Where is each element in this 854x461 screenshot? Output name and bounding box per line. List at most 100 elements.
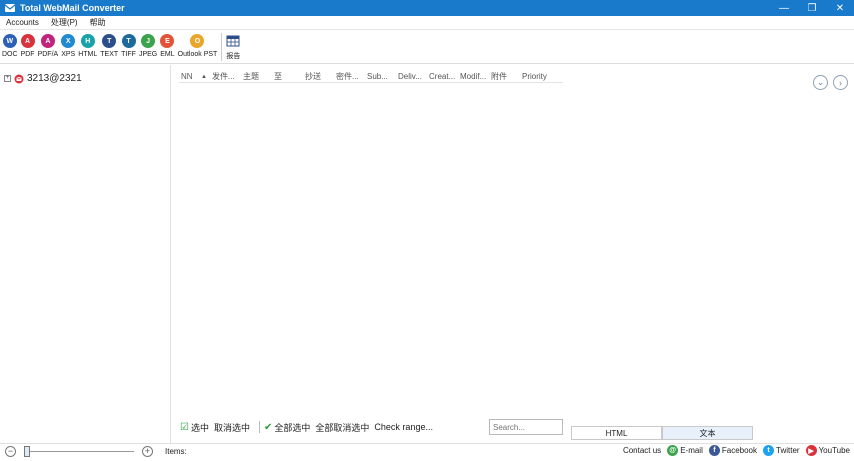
- menu-help[interactable]: 帮助: [84, 17, 112, 28]
- column-header-from[interactable]: 发件...: [210, 71, 241, 82]
- toolbar-separator: [221, 33, 223, 61]
- chevron-right-icon[interactable]: ›: [833, 75, 848, 90]
- message-list-pane: NN ▲ 发件... 主题 至 抄送 密件... Sub... Deliv...…: [172, 65, 854, 443]
- text-icon: T: [102, 34, 117, 48]
- checkbox-checked-icon: ☑: [180, 421, 189, 433]
- facebook-label: Facebook: [721, 446, 757, 455]
- expand-icon[interactable]: +: [4, 75, 11, 82]
- column-header-cc[interactable]: 抄送: [303, 71, 334, 82]
- items-count-label: Items:: [165, 447, 187, 456]
- selection-bar: ☑ 选中 取消选中 ✔ 全部选中 全部取消选中 Check range...: [180, 418, 438, 436]
- tool-label: DOC: [2, 51, 18, 58]
- column-header-created[interactable]: Creat...: [427, 72, 458, 81]
- deselect-button[interactable]: 取消选中: [214, 421, 250, 434]
- column-header-priority[interactable]: Priority: [520, 72, 560, 81]
- select-button[interactable]: ☑ 选中: [180, 421, 209, 434]
- deselect-all-button[interactable]: 全部取消选中: [315, 421, 369, 434]
- sort-arrow-icon[interactable]: ▲: [199, 74, 210, 80]
- contact-us-link[interactable]: Contact us: [623, 446, 661, 455]
- folder-tree-pane: + 3213@2321: [0, 65, 171, 443]
- column-header-subject[interactable]: 主题: [241, 71, 272, 82]
- pdf-icon: A: [20, 34, 35, 48]
- eml-icon: E: [160, 34, 175, 48]
- column-header-submitted[interactable]: Sub...: [365, 72, 396, 81]
- column-headers: NN ▲ 发件... 主题 至 抄送 密件... Sub... Deliv...…: [179, 71, 563, 83]
- export-pdf-button[interactable]: A PDF: [20, 31, 35, 58]
- title-bar: Total WebMail Converter — ❐ ✕: [0, 0, 854, 16]
- column-header-attachments[interactable]: 附件: [489, 71, 520, 82]
- outlook-pst-icon: O: [190, 34, 205, 48]
- report-table-icon: [226, 35, 240, 47]
- tool-label: Outlook PST: [177, 51, 218, 58]
- jpeg-icon: J: [141, 34, 156, 48]
- column-header-bcc[interactable]: 密件...: [334, 71, 365, 82]
- export-doc-button[interactable]: W DOC: [2, 31, 18, 58]
- column-header-to[interactable]: 至: [272, 71, 303, 82]
- tab-html[interactable]: HTML: [571, 426, 662, 440]
- tool-label: PDF: [20, 51, 35, 58]
- search-input[interactable]: [489, 419, 563, 435]
- youtube-link[interactable]: ▶ YouTube: [805, 445, 850, 456]
- menu-bar: Accounts 处理(P) 帮助: [0, 16, 854, 30]
- check-all-icon: ✔: [264, 421, 273, 433]
- window-title: Total WebMail Converter: [20, 3, 125, 13]
- doc-icon: W: [2, 34, 17, 48]
- check-range-button[interactable]: Check range...: [374, 422, 433, 432]
- report-label: 报告: [226, 53, 241, 60]
- tab-text[interactable]: 文本: [662, 426, 753, 440]
- export-tiff-button[interactable]: T TIFF: [121, 31, 136, 58]
- social-links: Contact us @ E-mail f Facebook t Twitter…: [617, 445, 850, 456]
- report-button[interactable]: 报告: [226, 31, 240, 61]
- export-text-button[interactable]: T TEXT: [100, 31, 118, 58]
- email-link[interactable]: @ E-mail: [667, 445, 703, 456]
- zoom-slider-thumb[interactable]: [24, 446, 30, 457]
- tool-label: JPEG: [138, 51, 158, 58]
- zoom-slider[interactable]: [25, 451, 134, 452]
- twitter-label: Twitter: [776, 446, 800, 455]
- email-icon: @: [667, 445, 679, 456]
- pdfa-icon: A: [40, 34, 55, 48]
- menu-process[interactable]: 处理(P): [45, 17, 84, 28]
- export-pdf-a-button[interactable]: A PDF/A: [37, 31, 59, 58]
- html-icon: H: [80, 34, 95, 48]
- facebook-icon: f: [708, 445, 720, 456]
- minimize-button[interactable]: —: [770, 0, 798, 16]
- tree-account-node[interactable]: + 3213@2321: [4, 73, 82, 84]
- chevron-down-icon[interactable]: ⌄: [813, 75, 828, 90]
- select-all-button[interactable]: ✔ 全部选中: [264, 421, 310, 434]
- tool-label: HTML: [78, 51, 98, 58]
- tiff-icon: T: [121, 34, 136, 48]
- tool-label: PDF/A: [37, 51, 59, 58]
- column-header-delivered[interactable]: Deliv...: [396, 72, 427, 81]
- column-header-modified[interactable]: Modif...: [458, 72, 489, 81]
- export-outlook-pst-button[interactable]: O Outlook PST: [177, 31, 218, 58]
- close-button[interactable]: ✕: [826, 0, 854, 16]
- youtube-label: YouTube: [818, 446, 850, 455]
- email-label: E-mail: [680, 446, 703, 455]
- select-all-label: 全部选中: [274, 422, 311, 433]
- tool-label: EML: [160, 51, 175, 58]
- facebook-link[interactable]: f Facebook: [708, 445, 757, 456]
- account-label: 3213@2321: [27, 73, 82, 84]
- tool-label: TIFF: [121, 51, 136, 58]
- toolbar: W DOC A PDF A PDF/A X XPS H HTML T TEXT T TIFF J JPEG E E…: [0, 31, 854, 64]
- column-header-nn[interactable]: NN: [179, 72, 199, 81]
- maximize-button[interactable]: ❐: [798, 0, 826, 16]
- view-tabs: HTML 文本: [571, 426, 753, 440]
- export-eml-button[interactable]: E EML: [160, 31, 175, 58]
- zoom-in-icon[interactable]: +: [142, 446, 153, 457]
- select-label: 选中: [190, 422, 209, 433]
- zoom-out-icon[interactable]: −: [5, 446, 16, 457]
- separator: [259, 421, 260, 433]
- account-icon: [14, 74, 24, 83]
- twitter-link[interactable]: t Twitter: [763, 445, 800, 456]
- twitter-icon: t: [763, 445, 774, 456]
- export-html-button[interactable]: H HTML: [78, 31, 97, 58]
- menu-accounts[interactable]: Accounts: [0, 18, 45, 27]
- youtube-icon: ▶: [805, 445, 817, 456]
- tool-label: TEXT: [100, 51, 119, 58]
- export-xps-button[interactable]: X XPS: [61, 31, 75, 58]
- xps-icon: X: [61, 34, 76, 48]
- export-jpeg-button[interactable]: J JPEG: [139, 31, 157, 58]
- app-icon: [4, 4, 16, 12]
